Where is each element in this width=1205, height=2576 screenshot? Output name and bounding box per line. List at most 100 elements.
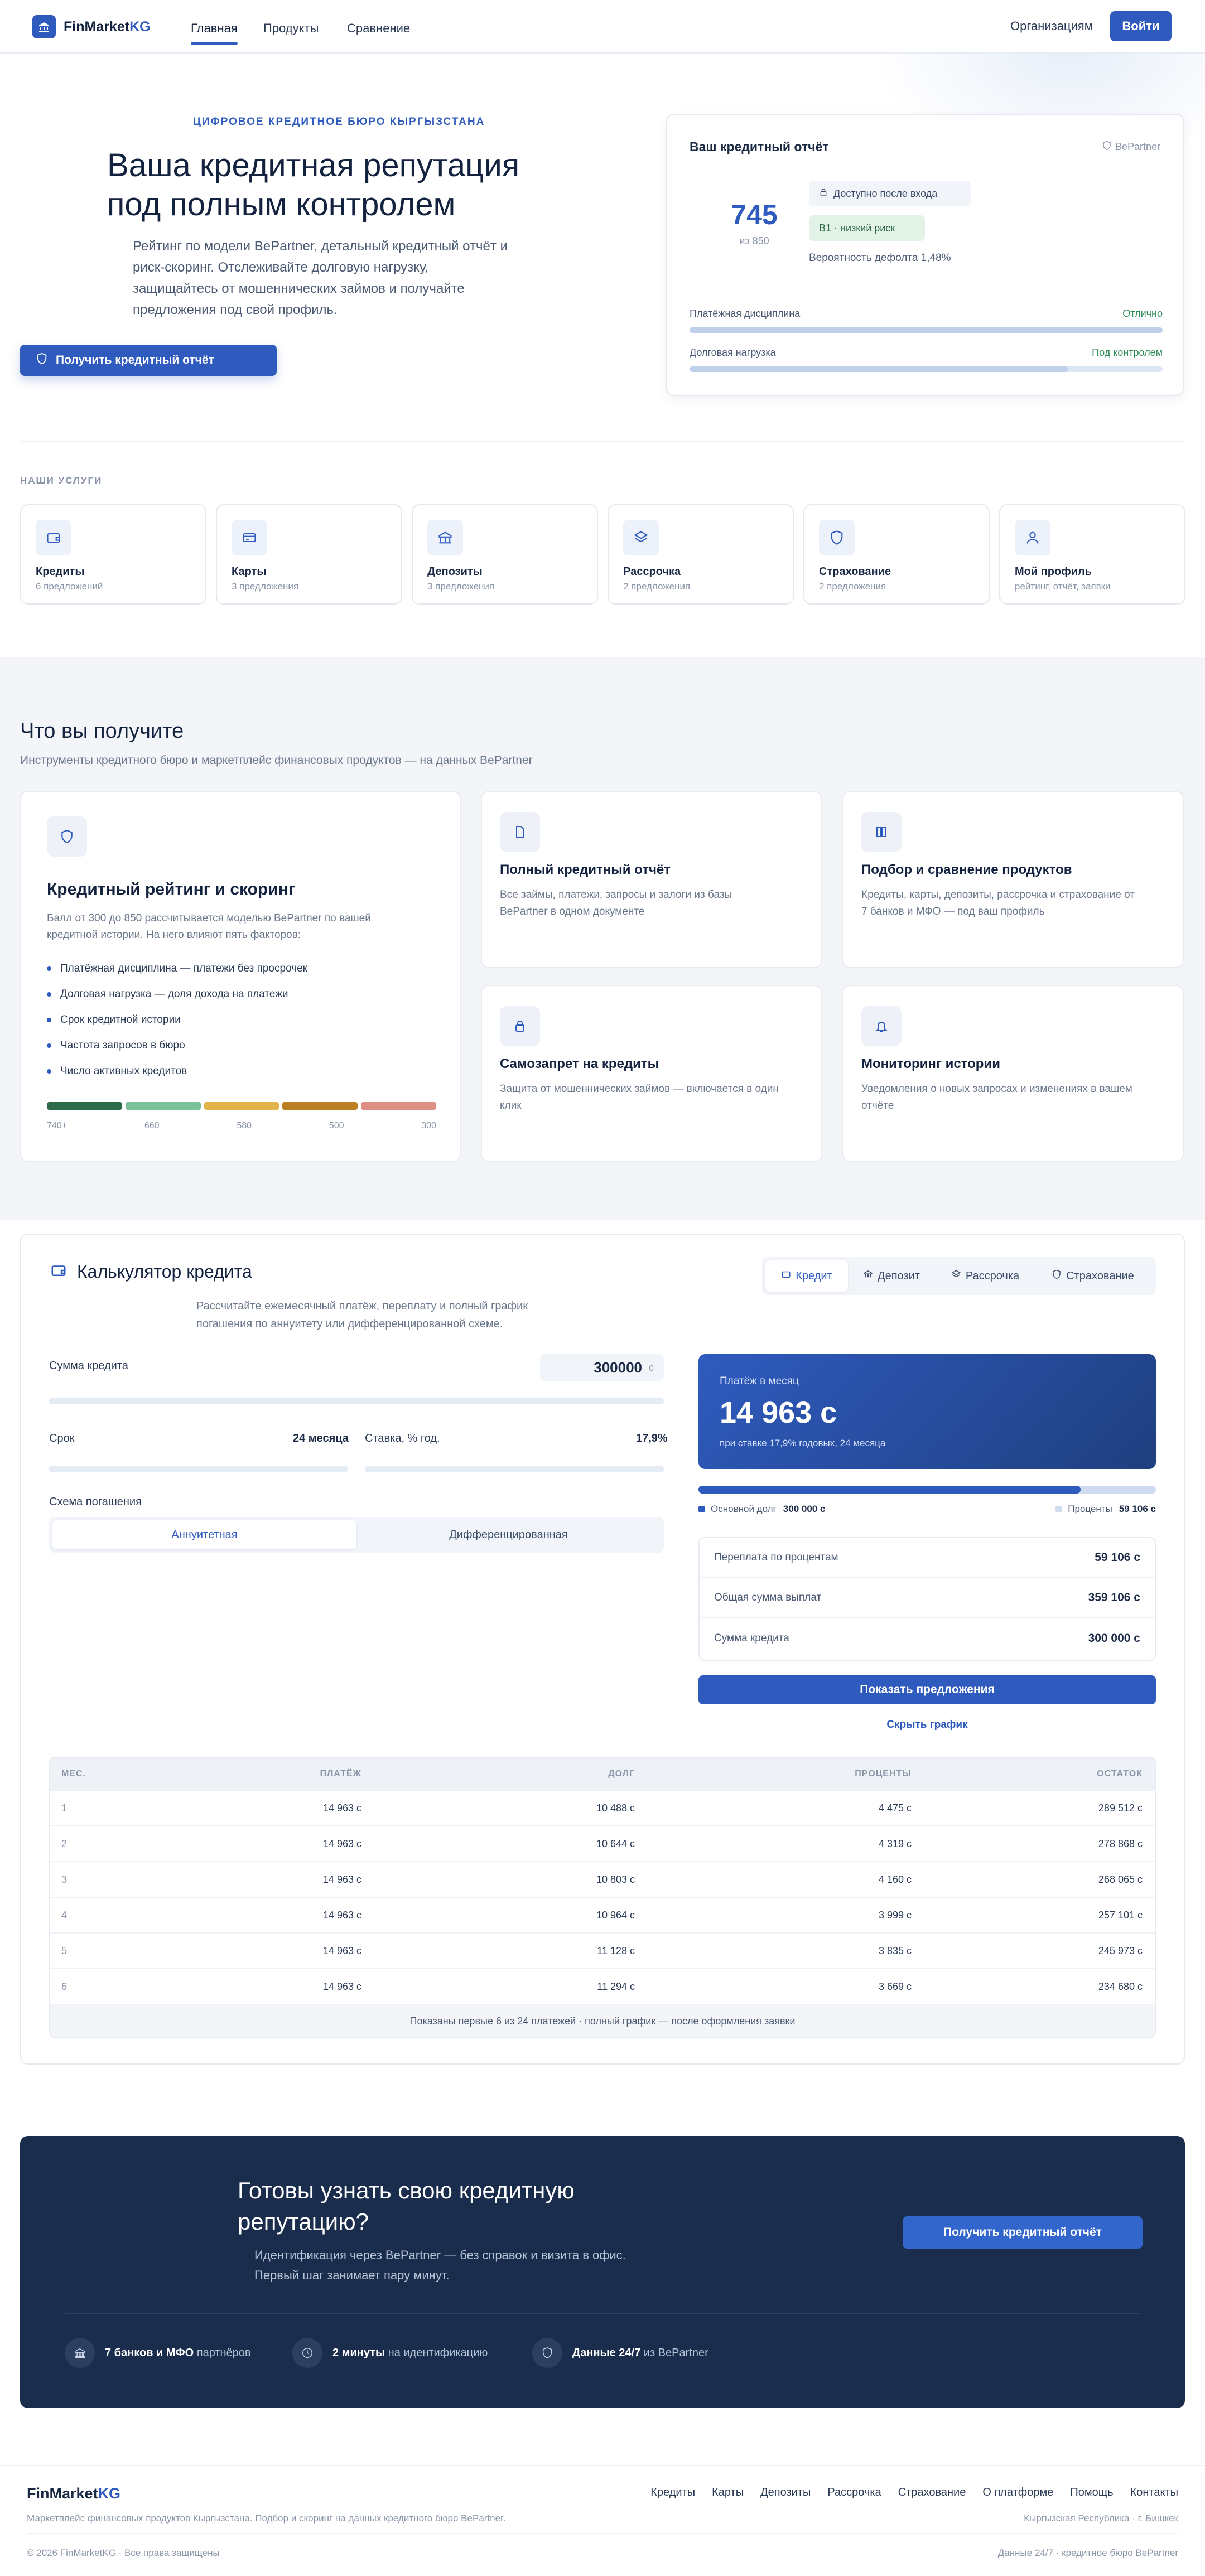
- table-cell: 10 964 с: [374, 1897, 647, 1933]
- report-title: Ваш кредитный отчёт: [690, 139, 829, 154]
- hide-schedule-link[interactable]: Скрыть график: [698, 1719, 1156, 1731]
- hero-lead: Рейтинг по модели BePartner, детальный к…: [133, 236, 508, 321]
- feature-card-compare: Подбор и сравнение продуктов Кредиты, ка…: [842, 791, 1184, 968]
- footer-tagline: Маркетплейс финансовых продуктов Кыргызс…: [27, 2513, 506, 2524]
- footer-data-note: Данные 24/7 · кредитное бюро BePartner: [997, 2548, 1178, 2558]
- footer-link[interactable]: Страхование: [898, 2486, 966, 2499]
- service-card[interactable]: Мой профиль рейтинг, отчёт, заявки: [999, 504, 1185, 605]
- footer-link[interactable]: Депозиты: [760, 2486, 811, 2499]
- cta-desc-line: Идентификация через BePartner — без спра…: [254, 2248, 626, 2262]
- service-subtitle: 2 предложения: [623, 581, 691, 592]
- nav-home[interactable]: Главная: [191, 21, 238, 45]
- nav-products[interactable]: Продукты: [263, 21, 319, 36]
- metric-bar: [690, 366, 1163, 372]
- stat-label: на идентификацию: [385, 2346, 488, 2359]
- shield-icon: [532, 2338, 562, 2368]
- legend-label: Проценты: [1068, 1504, 1112, 1514]
- hero-title: Ваша кредитная репутация под полным конт…: [107, 146, 519, 224]
- service-card[interactable]: Депозиты 3 предложения: [412, 504, 598, 605]
- footer-link[interactable]: О платформе: [982, 2486, 1053, 2499]
- table-cell: 3 669 с: [647, 1968, 924, 2004]
- calc-description: Рассчитайте ежемесячный платёж, переплат…: [196, 1297, 528, 1333]
- summary-label: Общая сумма выплат: [714, 1592, 822, 1603]
- nav-home-link[interactable]: Главная: [191, 21, 238, 35]
- nav-compare[interactable]: Сравнение: [347, 21, 410, 36]
- scale-segment: [125, 1102, 201, 1110]
- tab-insurance[interactable]: Страхование: [1038, 1260, 1148, 1292]
- feature-desc-line: Кредиты, карты, депозиты, рассрочка и ст…: [861, 889, 1135, 901]
- service-card[interactable]: Рассрочка 2 предложения: [608, 504, 794, 605]
- nav-organizations[interactable]: Организациям: [1010, 19, 1093, 33]
- table-cell: 3 835 с: [647, 1932, 924, 1969]
- rate-slider[interactable]: [365, 1466, 664, 1472]
- nav-products-link[interactable]: Продукты: [263, 21, 319, 35]
- locked-text: Доступно после входа: [833, 187, 938, 199]
- shield-icon: [47, 816, 87, 857]
- service-card[interactable]: Карты 3 предложения: [216, 504, 402, 605]
- hero-eyebrow: ЦИФРОВОЕ КРЕДИТНОЕ БЮРО КЫРГЫЗСТАНА: [193, 116, 485, 128]
- amount-slider[interactable]: [49, 1398, 664, 1404]
- stat-value: Данные 24/7: [572, 2346, 641, 2359]
- stat-label: партнёров: [194, 2346, 251, 2359]
- calc-title: Калькулятор кредита: [77, 1262, 252, 1282]
- tab-credit[interactable]: Кредит: [765, 1260, 848, 1292]
- cta-button[interactable]: Получить кредитный отчёт: [903, 2216, 1143, 2249]
- table-cell: 4 475 с: [647, 1790, 924, 1826]
- tab-installment[interactable]: Рассрочка: [935, 1260, 1035, 1292]
- factor-item: Частота запросов в бюро: [47, 1033, 307, 1059]
- nav-compare-link[interactable]: Сравнение: [347, 21, 410, 35]
- cta-banner: Готовы узнать свою кредитную репутацию? …: [20, 2136, 1185, 2408]
- service-card[interactable]: Кредиты 6 предложений: [20, 504, 206, 605]
- footer-brand[interactable]: FinMarketKG: [27, 2485, 120, 2502]
- table-cell: 10 488 с: [374, 1790, 647, 1826]
- show-offers-button[interactable]: Показать предложения: [698, 1675, 1156, 1704]
- organizations-link[interactable]: Организациям: [1010, 19, 1093, 33]
- footer-link[interactable]: Кредиты: [650, 2486, 695, 2499]
- table-cell: 278 868 с: [924, 1825, 1155, 1862]
- cta-title-line: репутацию?: [238, 2208, 369, 2235]
- metric-label: Долговая нагрузка: [690, 347, 776, 358]
- scale-segment: [204, 1102, 279, 1110]
- feature-desc-line: кредитной истории. На него влияют пять ф…: [47, 929, 301, 941]
- stat-value: 7 банков и МФО: [105, 2346, 194, 2359]
- scale-segment: [282, 1102, 358, 1110]
- footer-link[interactable]: Карты: [712, 2486, 744, 2499]
- tab-label: Депозит: [878, 1269, 920, 1282]
- service-card[interactable]: Страхование 2 предложения: [803, 504, 990, 605]
- cta-divider: [65, 2313, 1140, 2314]
- amount-unit: с: [649, 1361, 654, 1373]
- scheme-annuity[interactable]: Аннуитетная: [52, 1520, 356, 1549]
- stat-value: 2 минуты: [332, 2346, 385, 2359]
- hero-title-line: под полным контролем: [107, 186, 456, 223]
- summary-list: Переплата по процентам 59 106 с Общая сум…: [698, 1537, 1156, 1661]
- footer-link[interactable]: Рассрочка: [827, 2486, 881, 2499]
- feature-desc-line: 7 банков и МФО — под ваш профиль: [861, 906, 1045, 917]
- footer-copyright: © 2026 FinMarketKG · Все права защищены: [27, 2548, 220, 2558]
- amount-input[interactable]: 300000 с: [540, 1354, 664, 1381]
- divider: [20, 441, 1185, 442]
- tab-deposit[interactable]: Депозит: [850, 1260, 933, 1292]
- feature-card-rating: Кредитный рейтинг и скоринг Балл от 300 …: [20, 791, 461, 1162]
- footer-link[interactable]: Помощь: [1070, 2486, 1113, 2499]
- summary-value: 59 106 с: [1095, 1551, 1140, 1564]
- table-cell: 10 644 с: [374, 1825, 647, 1862]
- footer-link[interactable]: Контакты: [1130, 2486, 1178, 2499]
- feature-desc: Все займы, платежи, запросы и залоги из …: [500, 887, 732, 920]
- tab-label: Страхование: [1066, 1269, 1134, 1282]
- metric-value: Под контролем: [1092, 347, 1163, 358]
- table-cell: 257 101 с: [924, 1897, 1155, 1933]
- service-title: Рассрочка: [623, 566, 681, 578]
- legend-label: Основной долг: [711, 1504, 777, 1514]
- feature-desc: Уведомления о новых запросах и изменения…: [861, 1081, 1132, 1114]
- get-report-button[interactable]: Получить кредитный отчёт: [20, 345, 277, 376]
- login-button[interactable]: Войти: [1110, 11, 1172, 41]
- credit-report-card: Ваш кредитный отчёт BePartner 745 из 850…: [666, 114, 1184, 396]
- brand-logo[interactable]: FinMarket KG: [32, 15, 151, 38]
- factor-item: Число активных кредитов: [47, 1059, 307, 1084]
- summary-label: Переплата по процентам: [714, 1552, 838, 1563]
- feature-desc: Кредиты, карты, депозиты, рассрочка и ст…: [861, 887, 1135, 920]
- table-row: 3 14 963 с 10 803 с4 160 с 268 065 с: [50, 1861, 1155, 1897]
- table-row: 6 14 963 с 11 294 с3 669 с 234 680 с: [50, 1968, 1155, 2004]
- term-slider[interactable]: [49, 1466, 348, 1472]
- scheme-differentiated[interactable]: Дифференцированная: [356, 1520, 661, 1549]
